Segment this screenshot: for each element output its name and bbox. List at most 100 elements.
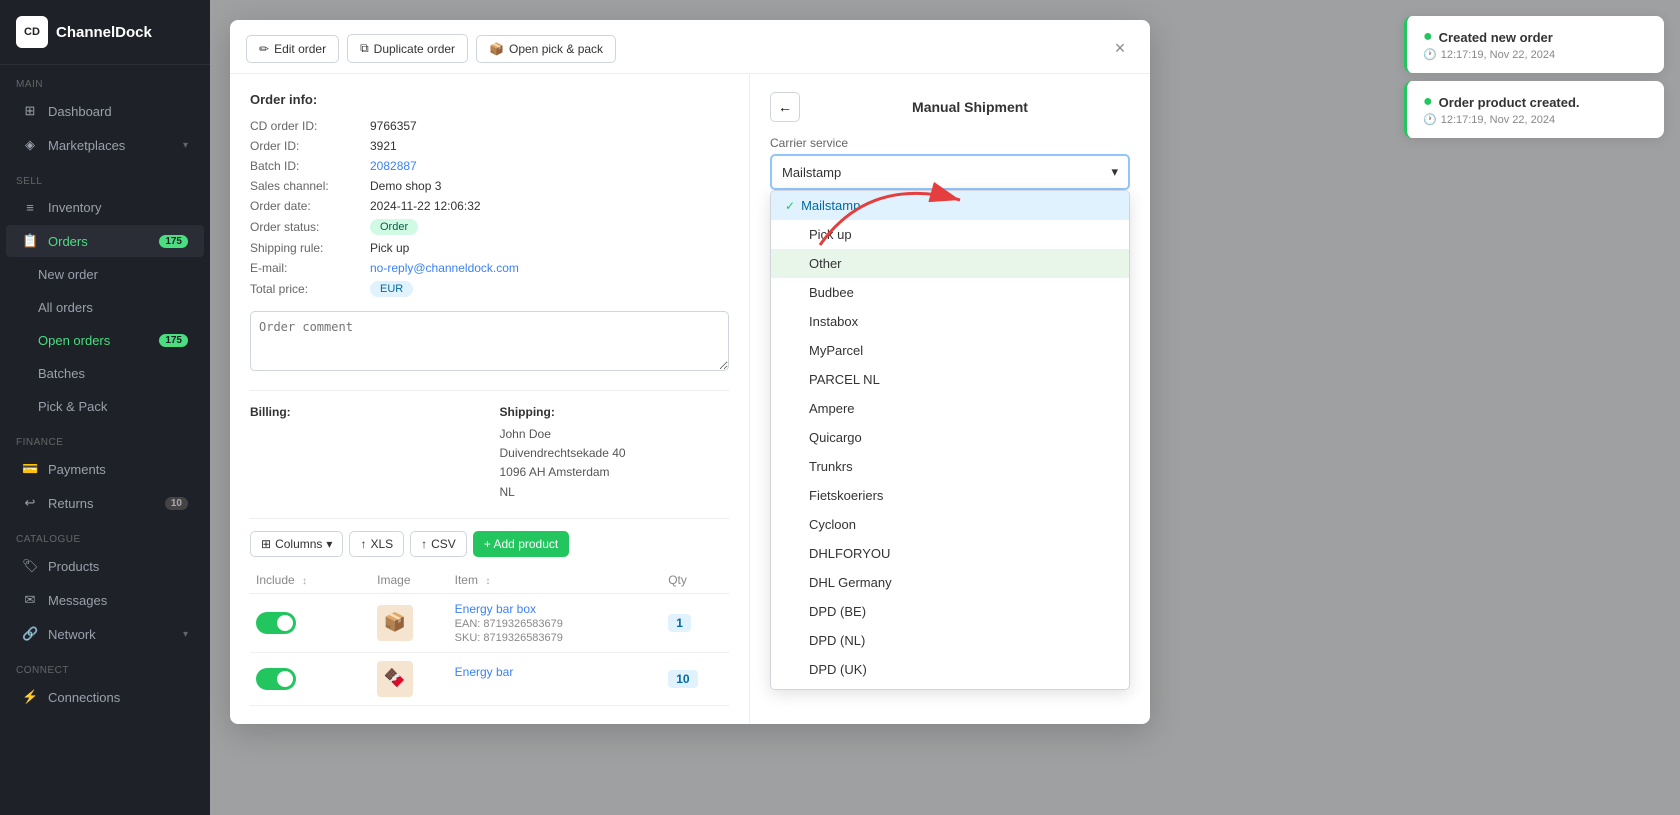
shipping-title: Shipping: — [500, 405, 730, 419]
sidebar: CD ChannelDock MAIN ⊞ Dashboard ◈ Market… — [0, 0, 210, 815]
carrier-option-pickup[interactable]: Pick up — [771, 220, 1129, 249]
modal-close-button[interactable]: × — [1106, 35, 1134, 63]
carrier-option-myparcel[interactable]: MyParcel — [771, 336, 1129, 365]
sidebar-item-inventory[interactable]: ≡ Inventory — [6, 192, 204, 223]
xls-button[interactable]: ↑ XLS — [349, 531, 404, 557]
sidebar-item-products[interactable]: 🏷 Products — [6, 550, 204, 582]
email-label: E-mail: — [250, 261, 370, 275]
batch-id-label: Batch ID: — [250, 159, 370, 173]
sidebar-item-all-orders[interactable]: All orders — [6, 292, 204, 323]
carrier-dropdown-trigger[interactable]: Mailstamp ▾ — [770, 154, 1130, 190]
notif-header: ● Created new order — [1423, 28, 1648, 46]
carrier-option-quicargo[interactable]: Quicargo — [771, 423, 1129, 452]
carrier-label: Instabox — [809, 314, 858, 329]
carrier-option-dpd-uk[interactable]: DPD (UK) — [771, 655, 1129, 684]
sidebar-item-marketplaces[interactable]: ◈ Marketplaces ▾ — [6, 129, 204, 161]
duplicate-order-button[interactable]: ⧉ Duplicate order — [347, 34, 468, 63]
products-table: Include ↕ Image Item ↕ Qty 📦 Energy bar … — [250, 567, 729, 706]
carrier-label: Fietskoeriers — [809, 488, 883, 503]
shipment-title: Manual Shipment — [810, 99, 1130, 115]
chevron-right-icon: ▾ — [183, 140, 188, 151]
clock-icon: 🕐 — [1423, 48, 1437, 61]
sidebar-item-open-orders[interactable]: Open orders 175 — [6, 325, 204, 356]
order-status-row: Order status: Order — [250, 219, 729, 235]
csv-button[interactable]: ↑ CSV — [410, 531, 467, 557]
modal-body: Order info: CD order ID: 9766357 Order I… — [230, 74, 1150, 724]
open-pick-pack-button[interactable]: 📦 Open pick & pack — [476, 35, 616, 63]
sales-channel-value: Demo shop 3 — [370, 179, 441, 193]
sidebar-item-messages[interactable]: ✉ Messages — [6, 584, 204, 616]
carrier-option-fedex-be[interactable]: Fedex (BE) — [771, 684, 1129, 690]
qty-header: Qty — [662, 567, 729, 594]
batch-id-value[interactable]: 2082887 — [370, 159, 417, 173]
xls-label: XLS — [370, 537, 393, 551]
carrier-label: Cycloon — [809, 517, 856, 532]
sidebar-item-payments[interactable]: 💳 Payments — [6, 453, 204, 485]
carrier-option-dpd-nl[interactable]: DPD (NL) — [771, 626, 1129, 655]
columns-button[interactable]: ⊞ Columns ▾ — [250, 531, 343, 557]
carrier-option-instabox[interactable]: Instabox — [771, 307, 1129, 336]
carrier-option-fietskoeriers[interactable]: Fietskoeriers — [771, 481, 1129, 510]
notification-notif2: ● Order product created. 🕐 12:17:19, Nov… — [1404, 81, 1664, 138]
carrier-label: DPD (NL) — [809, 633, 865, 648]
carrier-option-ampere[interactable]: Ampere — [771, 394, 1129, 423]
logo-icon: CD — [16, 16, 48, 48]
add-product-button[interactable]: + Add product — [473, 531, 569, 557]
carrier-label: Other — [809, 256, 842, 271]
order-modal: ✏ Edit order ⧉ Duplicate order 📦 Open pi… — [230, 20, 1150, 724]
product-name[interactable]: Energy bar box — [455, 602, 536, 616]
sidebar-item-dashboard[interactable]: ⊞ Dashboard — [6, 95, 204, 127]
order-date-row: Order date: 2024-11-22 12:06:32 — [250, 199, 729, 213]
carrier-option-cycloon[interactable]: Cycloon — [771, 510, 1129, 539]
order-id-value: 3921 — [370, 139, 397, 153]
sidebar-item-label: Inventory — [48, 200, 101, 215]
sales-channel-row: Sales channel: Demo shop 3 — [250, 179, 729, 193]
notif-timestamp: 12:17:19, Nov 22, 2024 — [1441, 49, 1555, 61]
sales-channel-label: Sales channel: — [250, 179, 370, 193]
carrier-label: Quicargo — [809, 430, 862, 445]
success-icon: ● — [1423, 28, 1433, 46]
columns-icon: ⊞ — [261, 537, 271, 551]
sidebar-item-pick-pack[interactable]: Pick & Pack — [6, 391, 204, 422]
carrier-option-dhl-germany[interactable]: DHL Germany — [771, 568, 1129, 597]
open-orders-badge: 175 — [159, 334, 188, 347]
shipping-address: Duivendrechtsekade 40 — [500, 444, 730, 463]
notif-time: 🕐 12:17:19, Nov 22, 2024 — [1423, 48, 1648, 61]
sidebar-item-connections[interactable]: ⚡ Connections — [6, 681, 204, 713]
sidebar-item-orders[interactable]: 📋 Orders 175 — [6, 225, 204, 257]
include-toggle[interactable] — [256, 668, 296, 690]
back-button[interactable]: ← — [770, 92, 800, 122]
product-name[interactable]: Energy bar — [455, 665, 514, 679]
check-icon: ✓ — [785, 199, 795, 213]
carrier-dropdown-list[interactable]: ✓ Mailstamp Pick up Other Budbee Instabox MyPa… — [770, 190, 1130, 690]
sidebar-item-new-order[interactable]: New order — [6, 259, 204, 290]
carrier-option-trunkrs[interactable]: Trunkrs — [771, 452, 1129, 481]
products-icon: 🏷 — [22, 558, 38, 574]
email-value[interactable]: no-reply@channeldock.com — [370, 261, 519, 275]
carrier-option-mailstamp[interactable]: ✓ Mailstamp — [771, 191, 1129, 220]
clock-icon: 🕐 — [1423, 113, 1437, 126]
dropdown-chevron: ▾ — [1111, 164, 1118, 180]
sidebar-item-network[interactable]: 🔗 Network ▾ — [6, 618, 204, 650]
carrier-option-dhlforyou[interactable]: DHLFORYOU — [771, 539, 1129, 568]
carrier-option-other[interactable]: Other — [771, 249, 1129, 278]
notif-timestamp: 12:17:19, Nov 22, 2024 — [1441, 114, 1555, 126]
notifications-panel: ● Created new order 🕐 12:17:19, Nov 22, … — [1404, 16, 1664, 138]
include-toggle[interactable] — [256, 612, 296, 634]
cd-order-id-label: CD order ID: — [250, 119, 370, 133]
sidebar-item-batches[interactable]: Batches — [6, 358, 204, 389]
sidebar-item-label: New order — [38, 267, 98, 282]
carrier-label: Mailstamp — [801, 198, 860, 213]
empty-header — [352, 567, 371, 594]
edit-order-label: Edit order — [274, 42, 326, 56]
carrier-option-dpd-be[interactable]: DPD (BE) — [771, 597, 1129, 626]
order-comment-input[interactable] — [250, 311, 729, 371]
sidebar-item-returns[interactable]: ↩ Returns 10 — [6, 487, 204, 519]
carrier-option-budbee[interactable]: Budbee — [771, 278, 1129, 307]
carrier-option-parcel-nl[interactable]: PARCEL NL — [771, 365, 1129, 394]
total-price-value: EUR — [370, 281, 413, 297]
sidebar-item-label: Dashboard — [48, 104, 112, 119]
sidebar-item-label: Messages — [48, 593, 107, 608]
qty-badge: 10 — [668, 670, 697, 688]
edit-order-button[interactable]: ✏ Edit order — [246, 35, 339, 63]
